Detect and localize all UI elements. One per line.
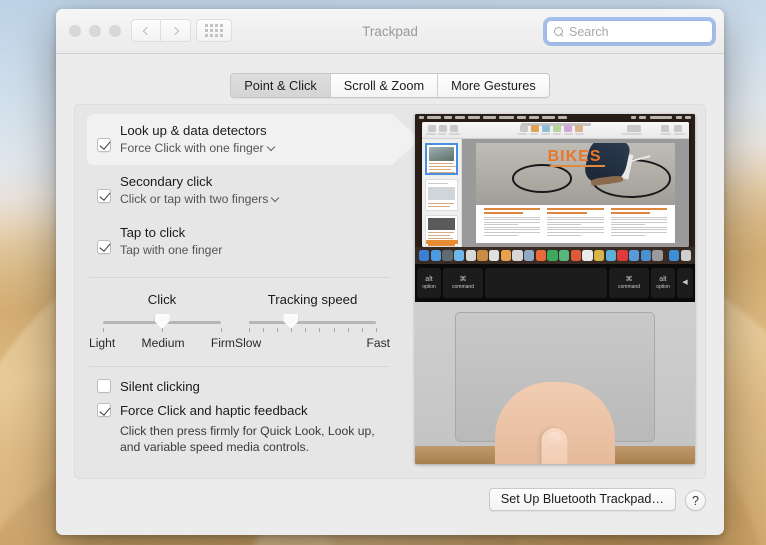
demo-pages-body: BIKES (422, 139, 689, 247)
option-text: Look up & data detectors Force Click wit… (120, 122, 392, 157)
slider-tracking-track[interactable] (249, 314, 376, 329)
demo-dock (415, 247, 695, 264)
chevron-down-icon (271, 193, 280, 203)
tab-point-and-click[interactable]: Point & Click (231, 74, 330, 97)
demo-page-thumbnails (422, 139, 462, 247)
checkbox-wrap (87, 224, 120, 259)
slider-click-end-labels: Light Medium Firm (89, 336, 235, 350)
trackpad-preferences-window: Trackpad Search Point & Click Scroll & Z… (56, 9, 724, 535)
demo-orange-marker (426, 240, 458, 244)
option-text: Tap to click Tap with one finger (120, 224, 392, 259)
slider-tracking-ticks (249, 328, 377, 335)
demo-index-finger (541, 428, 568, 464)
slider-click-track[interactable] (103, 314, 221, 329)
option-text: Secondary click Click or tap with two fi… (120, 173, 392, 208)
search-input[interactable]: Search (546, 20, 713, 43)
tab-scroll-and-zoom[interactable]: Scroll & Zoom (329, 74, 438, 97)
demo-key-option-left: altalt optionoption (417, 268, 441, 298)
demo-mac-screen: BIKES (415, 114, 695, 264)
tab-bar: Point & Click Scroll & Zoom More Gesture… (56, 73, 724, 98)
search-focus-ring: Search (546, 20, 713, 43)
slider-click-label-light: Light (89, 336, 116, 350)
demo-document-columns (483, 208, 668, 237)
slider-tracking-label: Tracking speed (267, 292, 358, 307)
trackpad-demo-video[interactable]: BIKES alt option ⌘ command ⌘ command alt… (415, 114, 695, 464)
option-look-up-data-detectors[interactable]: Look up & data detectors Force Click wit… (87, 114, 392, 165)
option-force-click[interactable]: Force Click and haptic feedback (87, 399, 392, 423)
slider-tracking-label-fast: Fast (366, 336, 390, 350)
search-placeholder: Search (569, 24, 609, 39)
option-popup-button[interactable]: Click or tap with two fingers (120, 191, 280, 208)
option-subtitle: Click or tap with two fingers (120, 192, 269, 206)
force-click-note-line2: and variable speed media controls. (120, 439, 310, 454)
checkbox-wrap (87, 173, 120, 208)
option-title: Tap to click (120, 225, 186, 240)
slider-click-thumb[interactable] (154, 314, 170, 329)
sliders-section: Click Light Medium Firm Tracking speed S… (87, 292, 392, 350)
demo-trackpad-area (415, 302, 695, 464)
slider-click-ticks (103, 328, 222, 335)
force-click-note-line1: Click then press firmly for Quick Look, … (120, 424, 375, 438)
demo-document-subtitle-rule (549, 165, 606, 167)
demo-thumbnail-selected (425, 143, 458, 175)
slider-tracking-end-labels: Slow Fast (235, 336, 390, 350)
window-titlebar: Trackpad Search (56, 9, 724, 54)
checkbox-tap-to-click[interactable] (96, 239, 111, 254)
demo-column (547, 208, 604, 237)
slider-click-label: Click (147, 292, 177, 307)
window-body: Point & Click Scroll & Zoom More Gesture… (56, 54, 724, 535)
slider-click-label-medium: Medium (141, 336, 185, 350)
slider-tracking-speed: Tracking speed Slow Fast (235, 292, 390, 350)
tab-group: Point & Click Scroll & Zoom More Gesture… (230, 73, 550, 98)
demo-document-headline: BIKES (547, 148, 602, 165)
slider-click: Click Light Medium Firm (89, 292, 235, 350)
slider-tracking-label-slow: Slow (235, 336, 262, 350)
demo-pages-window: BIKES (422, 122, 689, 247)
options-column: Look up & data detectors Force Click wit… (87, 114, 392, 455)
demo-pages-toolbar (422, 122, 689, 139)
preferences-content-panel: Look up & data detectors Force Click wit… (74, 104, 706, 479)
demo-column (483, 208, 541, 237)
option-force-click-label: Force Click and haptic feedback (120, 403, 308, 418)
search-icon (554, 26, 564, 37)
demo-key-option-right: alt option (651, 268, 675, 298)
checkbox-silent-clicking[interactable] (96, 379, 111, 393)
set-up-bluetooth-trackpad-button[interactable]: Set Up Bluetooth Trackpad… (488, 488, 676, 511)
demo-column (610, 208, 668, 237)
demo-key-space (485, 268, 607, 298)
demo-document: BIKES (476, 143, 675, 243)
option-title: Secondary click (120, 174, 213, 189)
checkbox-wrap (87, 402, 120, 417)
option-subtitle: Tap with one finger (120, 243, 223, 257)
checkbox-wrap (87, 378, 120, 393)
window-footer: Set Up Bluetooth Trackpad… ? (56, 475, 724, 535)
help-button[interactable]: ? (685, 490, 706, 511)
divider-top (89, 277, 390, 278)
demo-key-command-right: ⌘ command (609, 268, 649, 298)
option-silent-clicking[interactable]: Silent clicking (87, 375, 392, 399)
demo-key-arrow: ◀ (677, 268, 693, 298)
option-silent-clicking-label: Silent clicking (120, 379, 200, 394)
checkbox-force-click[interactable] (96, 403, 111, 417)
chevron-down-icon (266, 142, 275, 152)
demo-menubar (415, 114, 695, 121)
divider-bottom (89, 366, 390, 367)
demo-key-command-left: ⌘ command (443, 268, 483, 298)
demo-canvas: BIKES (462, 139, 689, 247)
slider-click-label-firm: Firm (210, 336, 235, 350)
option-subtitle: Force Click with one finger (120, 141, 264, 155)
bottom-options: Silent clicking Force Click and haptic f… (87, 375, 392, 455)
demo-keyboard-row: altalt optionoption ⌘command ⌘command al… (415, 264, 695, 302)
slider-tracking-thumb[interactable] (283, 314, 299, 329)
option-popup-button[interactable]: Force Click with one finger (120, 140, 275, 157)
demo-thumbnail (425, 179, 458, 211)
option-tap-to-click[interactable]: Tap to click Tap with one finger (87, 216, 392, 267)
option-secondary-click[interactable]: Secondary click Click or tap with two fi… (87, 165, 392, 216)
demo-fingernail (546, 432, 562, 449)
checkbox-look-up[interactable] (96, 137, 111, 152)
tab-more-gestures[interactable]: More Gestures (437, 74, 549, 97)
checkbox-secondary-click[interactable] (96, 188, 111, 203)
option-title: Look up & data detectors (120, 123, 267, 138)
checkbox-wrap (87, 122, 120, 157)
